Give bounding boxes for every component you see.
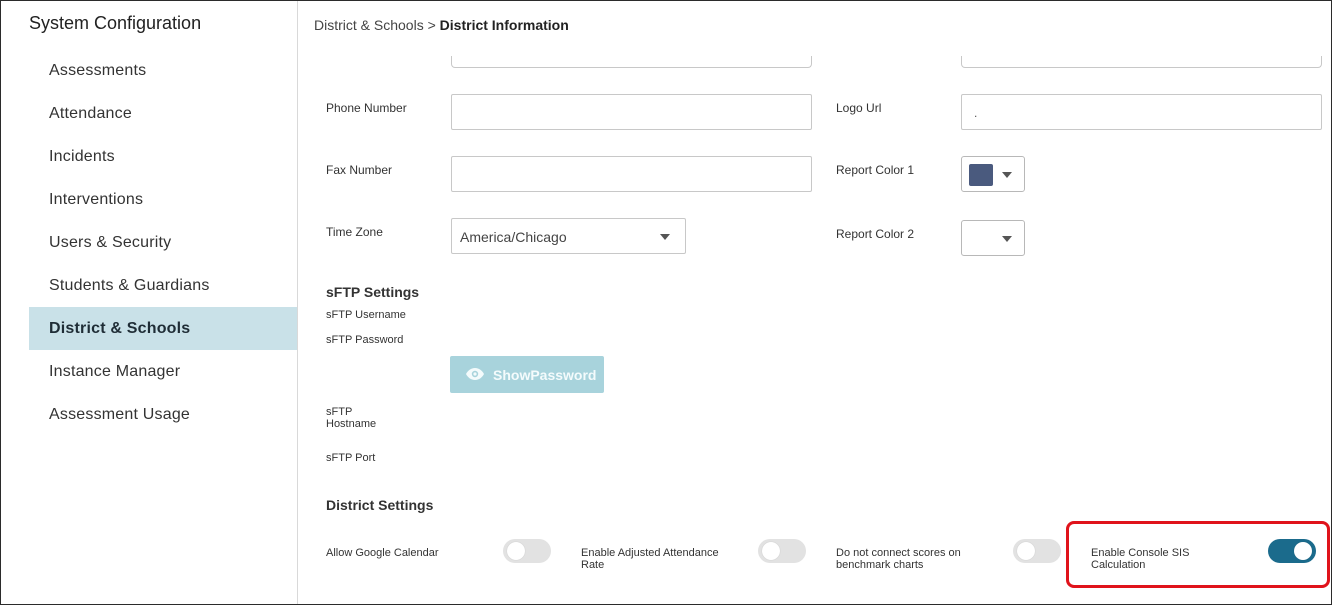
eye-icon xyxy=(466,368,484,380)
sftp-hostname-label-line2: Hostname xyxy=(326,418,377,430)
toggle-label-line1: Do not connect scores on xyxy=(836,547,961,559)
time-zone-select[interactable]: America/Chicago xyxy=(451,218,686,254)
report-color-1-label: Report Color 1 xyxy=(836,163,915,177)
sftp-password-label: sFTP Password xyxy=(326,334,404,346)
sidebar-item-incidents[interactable]: Incidents xyxy=(29,135,297,178)
report-color-1-picker[interactable] xyxy=(961,156,1025,192)
enable-adjusted-attendance-toggle[interactable] xyxy=(758,539,806,563)
toggle-label-line2: benchmark charts xyxy=(836,559,924,571)
sftp-hostname-label-line1: sFTP xyxy=(326,406,353,418)
do-not-connect-scores-label: Do not connect scores on benchmark chart… xyxy=(836,547,961,571)
report-color-2-swatch xyxy=(969,228,993,250)
sftp-settings-heading: sFTP Settings xyxy=(326,284,420,300)
logo-url-input[interactable]: . xyxy=(961,94,1322,130)
enable-adjusted-attendance-label: Enable Adjusted Attendance Rate xyxy=(581,547,719,571)
sidebar-title: System Configuration xyxy=(29,13,202,33)
sidebar-item-assessments[interactable]: Assessments xyxy=(29,49,297,92)
toggle-label-line1: Allow Google Calendar xyxy=(326,547,439,559)
report-color-1-swatch xyxy=(969,164,993,186)
sidebar-item-assessment-usage[interactable]: Assessment Usage xyxy=(29,393,297,436)
report-color-2-label: Report Color 2 xyxy=(836,227,915,241)
breadcrumb-current: District Information xyxy=(439,17,569,33)
sftp-hostname-label: sFTP Hostname xyxy=(326,406,376,430)
logo-url-label: Logo Url xyxy=(836,101,882,115)
breadcrumb: District & Schools > District Informatio… xyxy=(314,17,569,33)
caret-down-icon xyxy=(1002,236,1012,242)
caret-down-icon xyxy=(1002,172,1012,178)
time-zone-label: Time Zone xyxy=(326,225,383,239)
caret-down-icon xyxy=(660,234,670,240)
sidebar-item-instance-manager[interactable]: Instance Manager xyxy=(29,350,297,393)
time-zone-value: America/Chicago xyxy=(460,229,567,245)
sftp-username-label: sFTP Username xyxy=(326,309,406,321)
sidebar-item-district-schools[interactable]: District & Schools xyxy=(29,307,297,350)
sidebar-item-interventions[interactable]: Interventions xyxy=(29,178,297,221)
toggle-label-line2: Rate xyxy=(581,559,605,571)
sidebar-item-users-security[interactable]: Users & Security xyxy=(29,221,297,264)
scrolled-input-right[interactable] xyxy=(961,56,1322,68)
district-settings-heading: District Settings xyxy=(326,497,434,513)
sidebar-item-attendance[interactable]: Attendance xyxy=(29,92,297,135)
phone-number-label: Phone Number xyxy=(326,101,407,115)
sftp-port-label: sFTP Port xyxy=(326,452,376,464)
allow-google-calendar-label: Allow Google Calendar xyxy=(326,547,439,559)
highlight-box xyxy=(1066,521,1330,588)
toggle-knob xyxy=(1017,542,1035,560)
toggle-label-line1: Enable Adjusted Attendance xyxy=(581,547,719,559)
phone-number-input[interactable] xyxy=(451,94,812,130)
scrolled-input-left[interactable] xyxy=(451,56,812,68)
toggle-knob xyxy=(762,542,780,560)
allow-google-calendar-toggle[interactable] xyxy=(503,539,551,563)
breadcrumb-parent[interactable]: District & Schools xyxy=(314,17,424,33)
show-password-label: ShowPassword xyxy=(493,367,597,383)
breadcrumb-separator: > xyxy=(427,17,436,33)
toggle-knob xyxy=(507,542,525,560)
show-password-button[interactable]: ShowPassword xyxy=(450,356,604,393)
fax-number-label: Fax Number xyxy=(326,163,393,177)
report-color-2-picker[interactable] xyxy=(961,220,1025,256)
sidebar-item-students-guardians[interactable]: Students & Guardians xyxy=(29,264,297,307)
fax-number-input[interactable] xyxy=(451,156,812,192)
do-not-connect-scores-toggle[interactable] xyxy=(1013,539,1061,563)
